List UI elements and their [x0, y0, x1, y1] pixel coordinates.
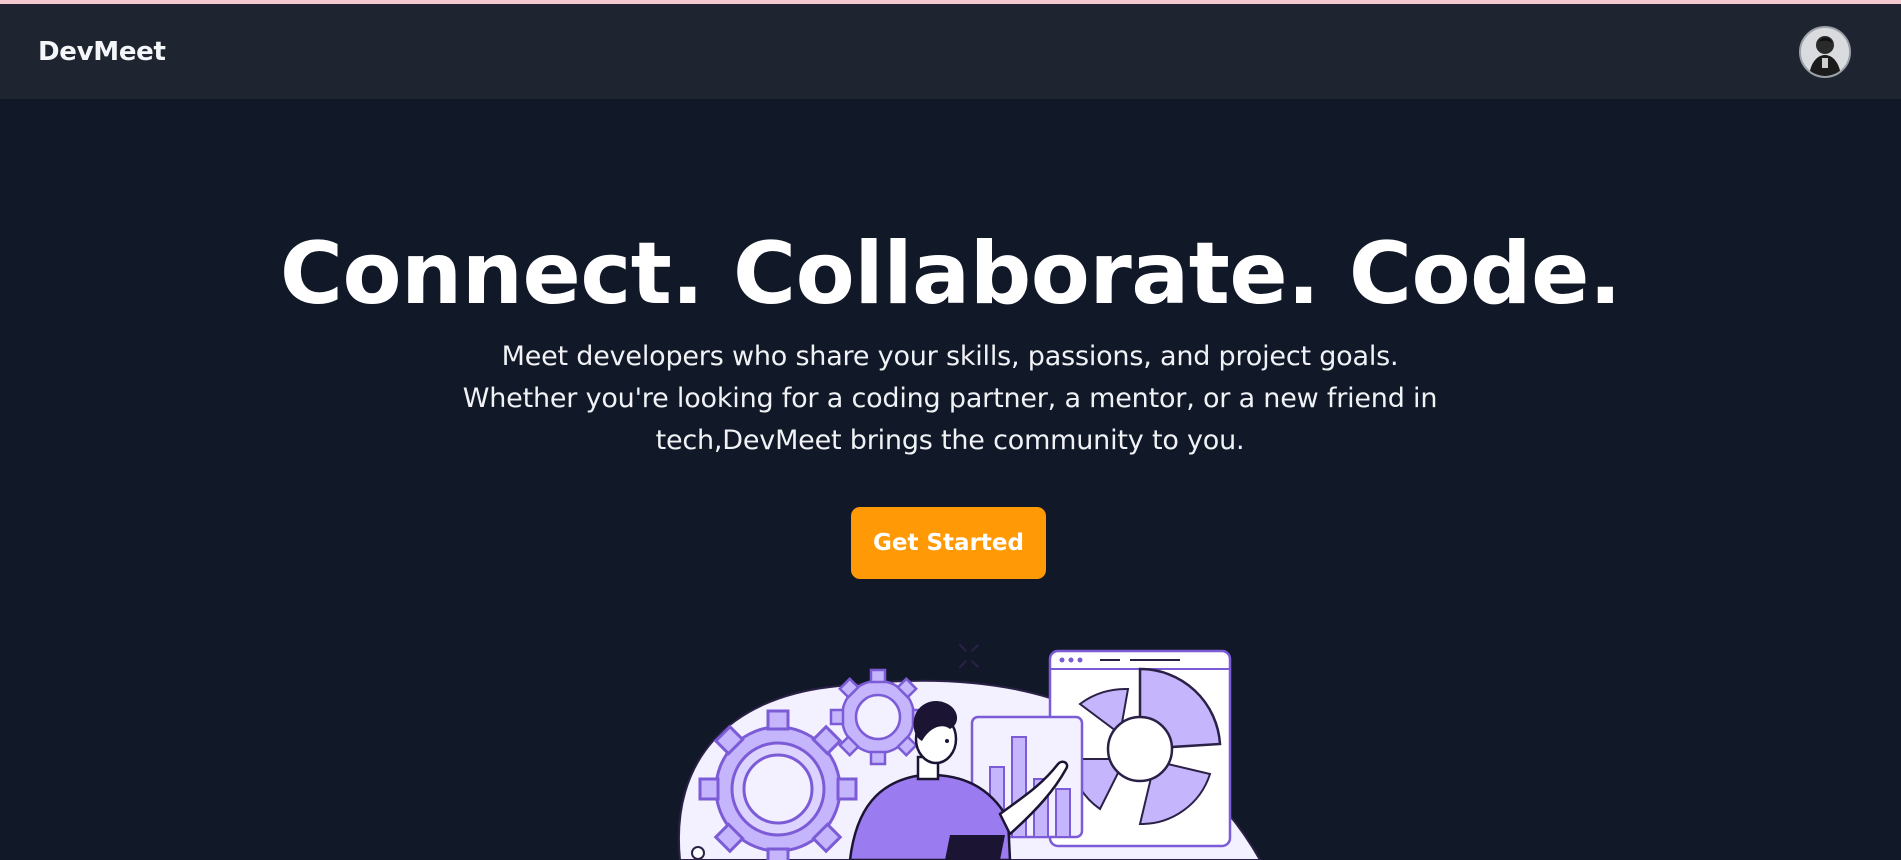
hero-section: Connect. Collaborate. Code. Meet develop… — [0, 99, 1901, 860]
developer-analytics-illustration — [660, 639, 1280, 860]
sparkle-icon — [959, 644, 979, 668]
hero-title: Connect. Collaborate. Code. — [279, 224, 1622, 324]
brand-logo[interactable]: DevMeet — [38, 37, 166, 67]
hero-subtitle: Meet developers who share your skills, p… — [462, 341, 1438, 456]
illustration-svg — [677, 644, 1262, 860]
get-started-button[interactable]: Get Started — [851, 507, 1046, 579]
user-avatar-icon[interactable] — [1799, 25, 1851, 78]
small-gear-icon — [829, 668, 927, 766]
avatar-photo — [1801, 27, 1849, 76]
large-gear-icon — [698, 709, 858, 860]
navbar: DevMeet — [0, 4, 1901, 99]
